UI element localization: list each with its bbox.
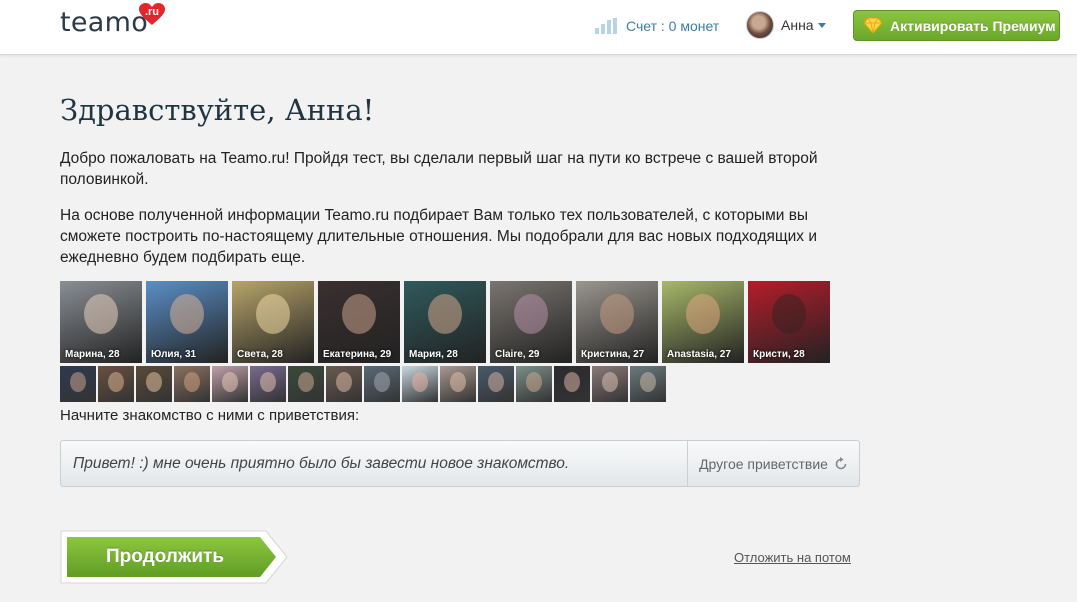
profile-thumbnail[interactable]: [592, 366, 628, 402]
profile-photo[interactable]: Кристина, 27: [576, 281, 658, 363]
profile-thumbnail[interactable]: [630, 366, 666, 402]
profile-face: [772, 293, 806, 334]
top-header: teamo .ru Счет : 0 монет Анна Активирова…: [0, 0, 1077, 55]
profile-photo[interactable]: Кристи, 28: [748, 281, 830, 363]
page-title: Здравствуйте, Анна!: [60, 93, 375, 127]
profile-caption: Кристина, 27: [581, 349, 645, 360]
profile-face: [686, 293, 720, 334]
profile-face: [526, 372, 542, 393]
greeting-label: Начните знакомство с ними с приветствия:: [60, 407, 360, 424]
profile-thumbnail[interactable]: [478, 366, 514, 402]
profile-thumbnail[interactable]: [364, 366, 400, 402]
profile-face: [564, 372, 580, 393]
profile-face: [374, 372, 390, 393]
heart-icon: .ru: [139, 3, 165, 26]
premium-button-label: Активировать Премиум: [890, 17, 1056, 34]
profile-face: [514, 293, 548, 334]
profile-face: [70, 372, 86, 393]
profile-thumbnail[interactable]: [250, 366, 286, 402]
profile-photo[interactable]: Мария, 28: [404, 281, 486, 363]
profile-photo[interactable]: Anastasia, 27: [662, 281, 744, 363]
profile-face: [256, 293, 290, 334]
profile-face: [342, 293, 376, 334]
profile-face: [600, 293, 634, 334]
logo-text: teamo: [60, 7, 149, 38]
other-greeting-label: Другое приветствие: [699, 455, 828, 472]
greeting-box: Привет! :) мне очень приятно было бы зав…: [60, 440, 860, 487]
profile-thumbnail[interactable]: [136, 366, 172, 402]
profile-thumbnail[interactable]: [98, 366, 134, 402]
profile-face: [412, 372, 428, 393]
profile-photo[interactable]: Екатерина, 29: [318, 281, 400, 363]
profile-face: [184, 372, 200, 393]
avatar: [746, 11, 774, 39]
profile-thumbnail[interactable]: [326, 366, 362, 402]
diamond-icon: [864, 18, 882, 33]
profile-face: [170, 293, 204, 334]
profile-thumbnail[interactable]: [402, 366, 438, 402]
profile-caption: Марина, 28: [65, 349, 120, 360]
profile-photo[interactable]: Света, 28: [232, 281, 314, 363]
welcome-paragraph: Добро пожаловать на Teamo.ru! Пройдя тес…: [60, 150, 818, 188]
profile-thumbnail[interactable]: [60, 366, 96, 402]
profile-thumbnail[interactable]: [440, 366, 476, 402]
profile-caption: Юлия, 31: [151, 349, 197, 360]
profile-photo[interactable]: Claire, 29: [490, 281, 572, 363]
profile-face: [108, 372, 124, 393]
profile-thumbnail[interactable]: [212, 366, 248, 402]
bar-chart-icon: [595, 18, 617, 34]
profile-face: [640, 372, 656, 393]
refresh-icon: [834, 456, 848, 471]
user-menu[interactable]: Анна: [746, 11, 826, 39]
profile-photo[interactable]: Марина, 28: [60, 281, 142, 363]
profile-caption: Света, 28: [237, 349, 283, 360]
info-paragraph: На основе полученной информации Teamo.ru…: [60, 207, 818, 266]
profile-face: [602, 372, 618, 393]
profile-caption: Мария, 28: [409, 349, 458, 360]
profile-caption: Anastasia, 27: [667, 349, 731, 360]
profile-thumbnail[interactable]: [174, 366, 210, 402]
profile-face: [146, 372, 162, 393]
profile-face: [260, 372, 276, 393]
balance-link[interactable]: Счет : 0 монет: [595, 16, 719, 36]
profile-face: [298, 372, 314, 393]
profile-caption: Екатерина, 29: [323, 349, 392, 360]
featured-profiles: Марина, 28 Юлия, 31 Света, 28 Екатерина, 29…: [60, 281, 830, 363]
profile-face: [336, 372, 352, 393]
profile-thumbnail[interactable]: [288, 366, 324, 402]
greeting-text-field[interactable]: Привет! :) мне очень приятно было бы зав…: [61, 441, 687, 486]
balance-text: Счет : 0 монет: [626, 18, 720, 34]
profile-thumbnail[interactable]: [554, 366, 590, 402]
activate-premium-button[interactable]: Активировать Премиум: [853, 10, 1060, 41]
more-profiles: [60, 366, 666, 402]
profile-face: [84, 293, 118, 334]
profile-caption: Кристи, 28: [753, 349, 805, 360]
other-greeting-button[interactable]: Другое приветствие: [687, 441, 859, 486]
profile-face: [428, 293, 462, 334]
continue-button[interactable]: Продолжить: [60, 530, 288, 584]
profile-caption: Claire, 29: [495, 349, 540, 360]
user-name: Анна: [781, 17, 814, 33]
profile-face: [222, 372, 238, 393]
postpone-link[interactable]: Отложить на потом: [734, 550, 851, 565]
profile-face: [488, 372, 504, 393]
logo-badge: .ru: [144, 6, 160, 18]
continue-button-label: Продолжить: [105, 546, 225, 567]
profile-thumbnail[interactable]: [516, 366, 552, 402]
profile-face: [450, 372, 466, 393]
chevron-down-icon: [817, 22, 826, 28]
profile-photo[interactable]: Юлия, 31: [146, 281, 228, 363]
